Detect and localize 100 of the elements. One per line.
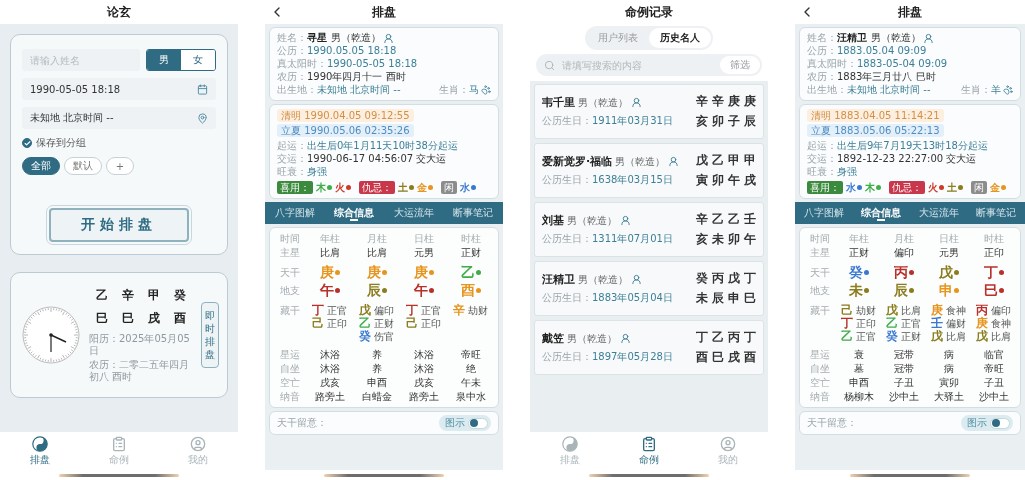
birth-date: 1911年03月31日 <box>592 114 673 128</box>
element-text: 金 <box>990 181 1000 194</box>
tab[interactable]: 综合信息 <box>852 202 910 224</box>
record-card[interactable]: 戴笠 男（乾造） 公历生日：1897年05月28日 丁 乙 丙 丁 酉 巳 戌 酉 <box>534 320 764 375</box>
table-cell-text: 路旁土 <box>313 390 346 403</box>
pillar-glyph: 酉 <box>174 310 186 327</box>
table-cell-text: 比肩 <box>365 246 388 259</box>
column-header: 日柱 <box>937 232 960 245</box>
row-label: 地支 <box>279 284 301 297</box>
row-label: 星运 <box>279 348 301 361</box>
field-label: 旺衰： <box>807 166 837 178</box>
save-checkbox[interactable] <box>22 138 32 148</box>
table-cell-text: 申酉 <box>847 376 870 389</box>
gender-text: 男（乾造） <box>871 32 921 44</box>
field-label: 真太阳时： <box>277 58 327 70</box>
record-card[interactable]: 爱新觉罗·福临 男（乾造） 公历生日：1638年03月15日 戊 乙 甲 甲 寅 卯 午 戌 <box>534 143 764 198</box>
stem-glyph: 戊 <box>886 304 898 317</box>
pillar-glyph: 辛 <box>712 93 724 110</box>
ten-god-text: 正印 <box>421 317 441 330</box>
dot-icon <box>381 288 387 293</box>
stem-glyph: 癸 <box>359 330 371 343</box>
table-cell-text: 养 <box>370 348 383 361</box>
element-tag: 仇忌： <box>889 181 925 194</box>
table-cell-text: 沐浴 <box>412 362 435 375</box>
tab[interactable]: 大运流年 <box>910 202 968 224</box>
pillar-glyph: 卯 <box>728 231 740 248</box>
row-label: 主星 <box>809 246 831 259</box>
place-field[interactable]: 未知地 北京时间 -- <box>22 107 216 129</box>
segment-tab[interactable]: 历史名人 <box>649 28 711 48</box>
birth-date: 1883年05月04日 <box>592 291 673 305</box>
ten-god-text: 偏财 <box>946 317 966 330</box>
dot-icon <box>471 185 476 190</box>
pillar-glyph: 巳 <box>122 310 134 327</box>
gender-option[interactable]: 男 <box>147 50 181 70</box>
stem-glyph: 乙 <box>460 264 475 281</box>
tab[interactable]: 八字图解 <box>265 202 325 224</box>
gender-option[interactable]: 女 <box>181 50 215 70</box>
filter-button[interactable]: 筛选 <box>720 56 760 74</box>
tab[interactable]: 断事笔记 <box>967 202 1025 224</box>
tab-bar-item[interactable]: 排盘 <box>0 432 80 470</box>
element-text: 火 <box>928 181 938 194</box>
dot-icon <box>428 270 434 275</box>
row-label: 自坐 <box>279 362 301 375</box>
ten-god-text: 食神 <box>991 317 1011 330</box>
group-chip[interactable]: 全部 <box>22 157 60 175</box>
dot-icon <box>863 270 869 275</box>
calendar-icon <box>197 83 208 95</box>
column-header: 时柱 <box>982 232 1005 245</box>
pillar-glyph: 辛 <box>696 211 708 228</box>
tab[interactable]: 八字图解 <box>795 202 853 224</box>
pillar-glyph: 辰 <box>712 290 724 307</box>
dot-icon <box>998 288 1004 293</box>
tab-bar-item[interactable]: 命例 <box>609 432 689 470</box>
date-field[interactable]: 1990-05-05 18:18 <box>22 78 216 100</box>
table-cell-text: 偏印 <box>892 246 915 259</box>
tab[interactable]: 断事笔记 <box>443 202 503 224</box>
tab[interactable]: 大运流年 <box>384 202 444 224</box>
column-header: 时柱 <box>459 232 482 245</box>
pillar-glyph: 巳 <box>712 349 724 366</box>
column-header: 年柱 <box>847 232 870 245</box>
stem-glyph: 午 <box>413 282 428 299</box>
dot-icon <box>346 185 351 190</box>
legend-toggle[interactable]: 图示 <box>439 415 491 431</box>
pillar-glyph: 未 <box>696 290 708 307</box>
pillar-glyph: 壬 <box>744 211 756 228</box>
person-name: 汪精卫 <box>837 32 867 44</box>
table-cell-text: 帝旺 <box>982 362 1005 375</box>
ten-god-text: 正官 <box>856 330 876 343</box>
record-card[interactable]: 刘基 男（乾造） 公历生日：1311年07月01日 辛 乙 乙 壬 亥 未 卯 午 <box>534 202 764 257</box>
stem-glyph: 乙 <box>886 317 898 330</box>
instant-chart-button[interactable]: 即时排盘 <box>201 302 219 368</box>
dot-icon <box>327 185 332 190</box>
table-cell-text: 寅卯 <box>937 376 960 389</box>
table-cell-text: 沐浴 <box>412 348 435 361</box>
column-header: 时间 <box>809 232 831 245</box>
field-label: 公历生日： <box>542 114 592 128</box>
ten-god-text: 偏印 <box>374 304 394 317</box>
pillar-glyph: 丙 <box>712 270 724 287</box>
record-card[interactable]: 韦千里 男（乾造） 公历生日：1911年03月31日 辛 辛 庚 庚 亥 卯 子 辰 <box>534 84 764 139</box>
legend-toggle[interactable]: 图示 <box>961 415 1013 431</box>
pillar-glyph: 乙 <box>712 211 724 228</box>
record-card[interactable]: 汪精卫 男（乾造） 公历生日：1883年05月04日 癸 丙 戊 丁 未 辰 申 巳 <box>534 261 764 316</box>
start-button[interactable]: 开始排盘 <box>49 208 189 242</box>
dot-icon <box>1001 185 1006 190</box>
stem-glyph: 巳 <box>983 282 998 299</box>
tab[interactable]: 综合信息 <box>324 202 384 224</box>
field-value: 1883-05-04 09:09 <box>857 58 948 70</box>
stem-glyph: 庚 <box>931 304 943 317</box>
person-icon <box>631 274 642 285</box>
stem-glyph: 癸 <box>848 264 863 281</box>
solar-term-tag: 清明 1990.04.05 09:12:55 <box>277 109 414 122</box>
pillar-glyph: 酉 <box>744 349 756 366</box>
gender-text: 男（乾造） <box>578 272 628 287</box>
clock-drawing <box>21 305 81 365</box>
group-chip[interactable]: 默认 <box>64 157 102 175</box>
group-chip[interactable]: + <box>106 157 134 175</box>
yin-yang-icon <box>561 435 578 452</box>
stem-glyph: 庚 <box>413 264 428 281</box>
field-label: 出生地： <box>277 84 317 96</box>
user-icon <box>720 435 737 452</box>
